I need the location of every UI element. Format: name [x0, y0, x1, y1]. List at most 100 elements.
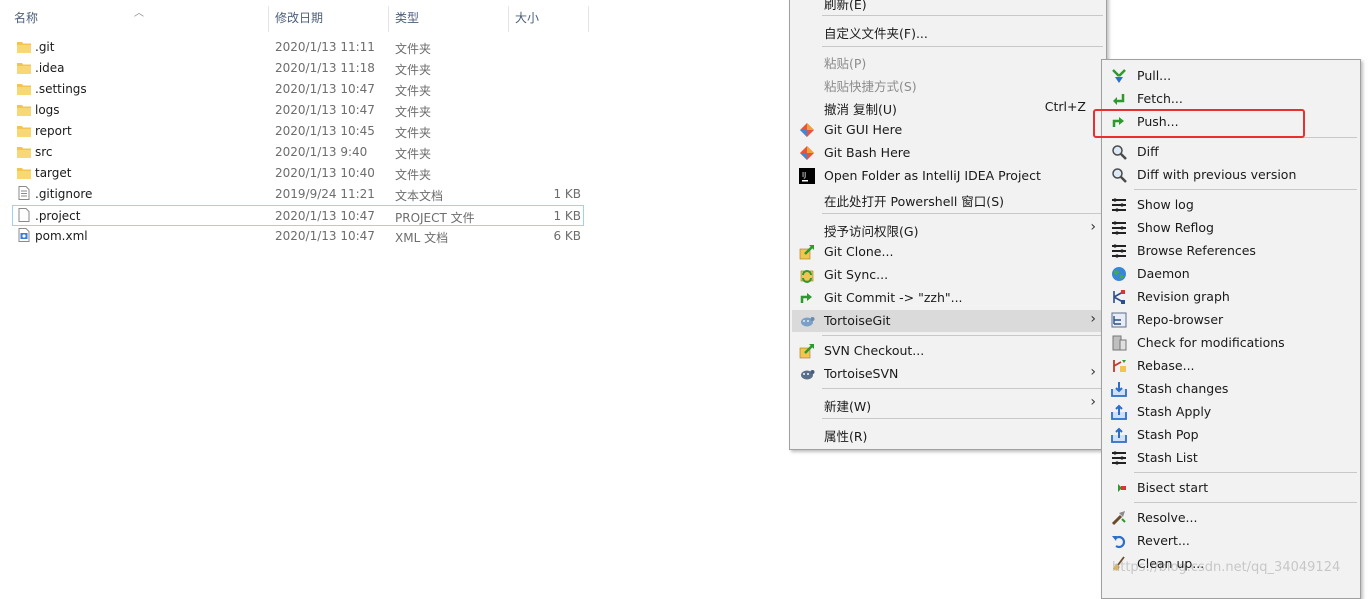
file-name: logs	[35, 103, 60, 117]
file-name: .git	[35, 40, 55, 54]
menu-separator	[822, 213, 1103, 214]
file-row-settings[interactable]: .settings 2020/1/13 10:47 文件夹	[12, 79, 584, 100]
magnifier-icon	[1112, 168, 1127, 183]
folder-icon	[17, 105, 31, 116]
submenu-item-stash-apply[interactable]: Stash Apply	[1104, 401, 1358, 423]
revision-graph-icon	[1113, 290, 1125, 304]
submenu-item-pull[interactable]: Pull...	[1104, 65, 1358, 87]
submenu-arrow-icon: ›	[1090, 311, 1096, 327]
submenu-item-show-log[interactable]: Show log	[1104, 194, 1358, 216]
menu-item-open-intellij[interactable]: IJ Open Folder as IntelliJ IDEA Project	[792, 165, 1104, 187]
menu-item-tortoisesvn[interactable]: TortoiseSVN ›	[792, 363, 1104, 385]
menu-item-paste-shortcut[interactable]: 粘贴快捷方式(S)	[792, 73, 1104, 95]
menu-item-properties[interactable]: 属性(R)	[792, 423, 1104, 445]
menu-item-git-bash[interactable]: Git Bash Here	[792, 142, 1104, 164]
submenu-item-browse-references[interactable]: Browse References	[1104, 240, 1358, 262]
menu-item-paste[interactable]: 粘贴(P)	[792, 50, 1104, 72]
file-size: 6 KB	[553, 229, 581, 243]
file-row-src[interactable]: src 2020/1/13 9:40 文件夹	[12, 142, 584, 163]
menu-item-grant-access[interactable]: 授予访问权限(G) ›	[792, 218, 1104, 240]
submenu-item-repo-browser[interactable]: Repo-browser	[1104, 309, 1358, 331]
menu-separator	[1134, 502, 1357, 503]
file-row-gitignore[interactable]: .gitignore 2019/9/24 11:21 文本文档 1 KB	[12, 184, 584, 205]
submenu-item-check-modifications[interactable]: Check for modifications	[1104, 332, 1358, 354]
file-name: report	[35, 124, 72, 138]
file-size: 1 KB	[553, 209, 581, 223]
submenu-arrow-icon: ›	[1090, 394, 1096, 410]
submenu-item-revision-graph[interactable]: Revision graph	[1104, 286, 1358, 308]
submenu-item-resolve[interactable]: Resolve...	[1104, 507, 1358, 529]
stash-pop-icon	[1111, 427, 1127, 443]
submenu-item-revert[interactable]: Revert...	[1104, 530, 1358, 552]
menu-separator	[822, 388, 1103, 389]
submenu-item-bisect-start[interactable]: Bisect start	[1104, 477, 1358, 499]
submenu-item-daemon[interactable]: Daemon	[1104, 263, 1358, 285]
column-header-size[interactable]: 大小	[509, 6, 589, 32]
submenu-item-show-reflog[interactable]: Show Reflog	[1104, 217, 1358, 239]
stash-icon	[1111, 382, 1127, 397]
submenu-item-diff[interactable]: Diff	[1104, 141, 1358, 163]
file-type: 文件夹	[395, 105, 432, 119]
file-type: 文件夹	[395, 168, 432, 182]
repo-browser-icon	[1111, 312, 1127, 328]
menu-item-git-commit[interactable]: Git Commit -> "zzh"...	[792, 287, 1104, 309]
file-row-idea[interactable]: .idea 2020/1/13 11:18 文件夹	[12, 58, 584, 79]
file-type: 文件夹	[395, 147, 432, 161]
submenu-item-stash-pop[interactable]: Stash Pop	[1104, 424, 1358, 446]
pull-icon	[1112, 69, 1126, 83]
column-divider[interactable]	[588, 6, 589, 32]
file-row-pom[interactable]: pom.xml 2020/1/13 10:47 XML 文档 6 KB	[12, 226, 584, 247]
revert-icon	[1112, 535, 1126, 549]
menu-item-refresh[interactable]: 刷新(E)	[792, 0, 1104, 13]
resolve-icon	[1111, 511, 1126, 526]
svg-text:IJ: IJ	[802, 171, 806, 179]
stash-list-icon	[1112, 451, 1126, 465]
menu-item-tortoisegit[interactable]: TortoiseGit ›	[792, 310, 1104, 332]
submenu-item-fetch[interactable]: Fetch...	[1104, 88, 1358, 110]
file-row-logs[interactable]: logs 2020/1/13 10:47 文件夹	[12, 100, 584, 121]
file-date: 2020/1/13 10:47	[275, 209, 375, 223]
menu-item-git-gui[interactable]: Git GUI Here	[792, 119, 1104, 141]
file-date: 2020/1/13 9:40	[275, 145, 368, 159]
column-header-date[interactable]: 修改日期	[269, 6, 388, 32]
git-commit-icon	[800, 293, 812, 303]
menu-item-git-sync[interactable]: Git Sync...	[792, 264, 1104, 286]
file-name: src	[35, 145, 53, 159]
file-name: .idea	[35, 61, 65, 75]
menu-separator	[822, 15, 1103, 16]
file-name: .settings	[35, 82, 87, 96]
file-date: 2020/1/13 11:18	[275, 61, 375, 75]
file-type: XML 文档	[395, 231, 449, 245]
column-header-type[interactable]: 类型	[389, 6, 508, 32]
tortoisegit-submenu: Pull... Fetch... Push... Diff Diff with …	[1101, 59, 1361, 599]
folder-icon	[17, 84, 31, 95]
menu-separator	[1134, 472, 1357, 473]
menu-item-git-clone[interactable]: Git Clone...	[792, 241, 1104, 263]
menu-item-svn-checkout[interactable]: SVN Checkout...	[792, 340, 1104, 362]
menu-item-new[interactable]: 新建(W) ›	[792, 393, 1104, 415]
submenu-item-stash-changes[interactable]: Stash changes	[1104, 378, 1358, 400]
file-row-git[interactable]: .git 2020/1/13 11:11 文件夹	[12, 37, 584, 58]
sort-ascending-icon: ︿	[134, 8, 144, 19]
file-name: pom.xml	[35, 229, 88, 243]
menu-item-undo-copy[interactable]: 撤消 复制(U) Ctrl+Z	[792, 96, 1104, 118]
column-headers: 名称 ︿ 修改日期 类型 大小	[0, 6, 590, 32]
submenu-item-stash-list[interactable]: Stash List	[1104, 447, 1358, 469]
file-size: 1 KB	[553, 187, 581, 201]
push-highlight-annotation	[1093, 109, 1305, 138]
file-row-project[interactable]: .project 2020/1/13 10:47 PROJECT 文件 1 KB	[12, 205, 584, 226]
menu-separator	[822, 46, 1103, 47]
submenu-item-diff-previous[interactable]: Diff with previous version	[1104, 164, 1358, 186]
references-icon	[1112, 244, 1126, 258]
git-clone-icon	[799, 245, 814, 260]
rebase-icon	[1113, 360, 1126, 372]
text-file-icon	[18, 186, 30, 200]
menu-item-open-powershell[interactable]: 在此处打开 Powershell 窗口(S)	[792, 188, 1104, 210]
fetch-icon	[1113, 94, 1125, 105]
submenu-arrow-icon: ›	[1090, 219, 1096, 235]
menu-item-customize-folder[interactable]: 自定义文件夹(F)...	[792, 20, 1104, 42]
intellij-icon: IJ	[799, 168, 815, 184]
submenu-item-rebase[interactable]: Rebase...	[1104, 355, 1358, 377]
file-row-target[interactable]: target 2020/1/13 10:40 文件夹	[12, 163, 584, 184]
file-row-report[interactable]: report 2020/1/13 10:45 文件夹	[12, 121, 584, 142]
